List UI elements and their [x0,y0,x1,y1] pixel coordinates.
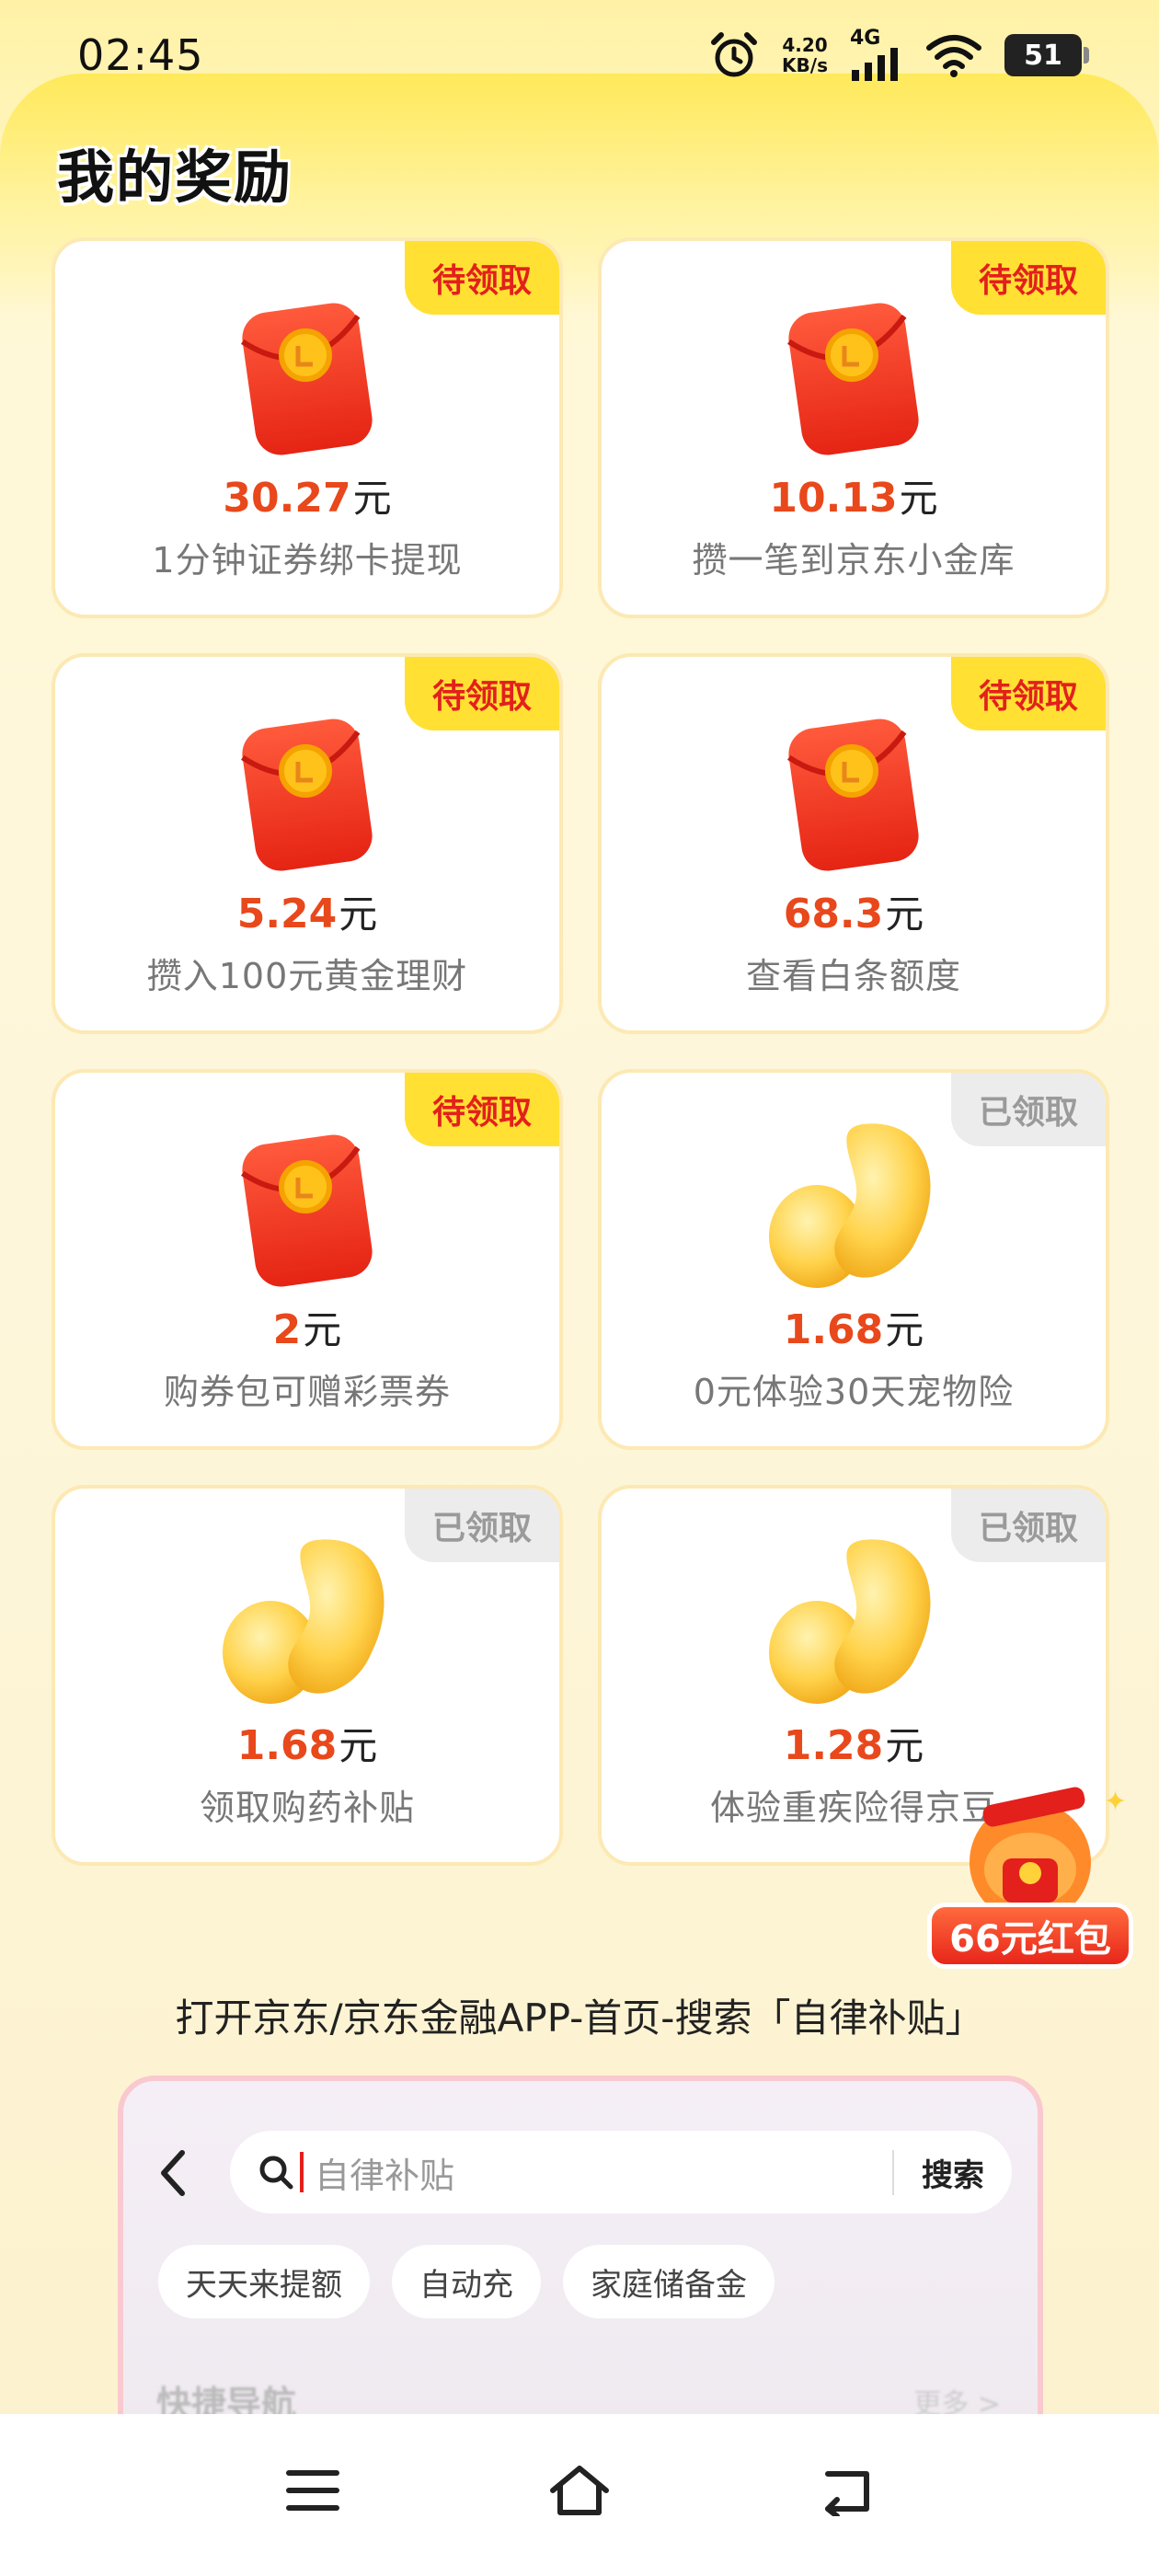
reward-description: 查看白条额度 [745,956,961,996]
rewards-page: 02:45 4.20 KB/s 4G 51 我的奖励 待领取 30.27元 1分… [0,0,1159,2576]
reward-status-badge[interactable]: 已领取 [405,1489,559,1562]
status-time: 02:45 [77,30,204,80]
status-icons: 4.20 KB/s 4G 51 [708,29,1089,81]
reward-description: 1分钟证券绑卡提现 [152,540,463,581]
cellular-status: 4G [850,29,903,81]
preview-search-button: 搜索 [892,2149,984,2195]
reward-description: 领取购药补贴 [199,1788,415,1828]
reward-amount-unit: 元 [339,891,378,937]
reward-amount-value: 1.68 [783,1306,884,1353]
alarm-icon [711,32,758,77]
preview-search-bar: 自律补贴 搜索 [230,2131,1012,2214]
reward-amount-unit: 元 [303,1307,342,1352]
status-bar: 02:45 4.20 KB/s 4G 51 [0,0,1159,110]
preview-chip: 家庭储备金 [563,2245,775,2318]
system-navigation-bar [0,2414,1159,2576]
reward-amount: 5.24元 [55,883,559,939]
reward-amount-value: 5.24 [236,891,338,937]
home-icon [550,2466,609,2515]
reward-amount-value: 10.13 [769,475,898,522]
reward-amount-value: 68.3 [783,891,884,937]
preview-chips: 天天来提额 自动充 家庭储备金 [158,2245,775,2318]
reward-amount: 2元 [55,1299,559,1355]
reward-card[interactable]: 待领取 30.27元 1分钟证券绑卡提现 [52,237,563,618]
floating-red-packet-promo[interactable]: ✦ 66元红包 [920,1774,1141,1976]
search-guide-screenshot: 自律补贴 搜索 天天来提额 自动充 家庭储备金 快捷导航 更多 > [118,2076,1043,2444]
reward-amount-unit: 元 [339,1723,378,1768]
gold-bean-icon [752,1108,955,1301]
wifi-icon [926,35,981,77]
reward-description: 0元体验30天宠物险 [693,1372,1015,1412]
back-chevron-icon [161,2150,185,2196]
home-button[interactable] [543,2454,616,2527]
red-envelope-icon [206,1108,408,1301]
text-caret [300,2152,304,2192]
reward-amount-value: 30.27 [223,475,351,522]
reward-description: 攒一笔到京东小金库 [692,540,1016,581]
reward-card[interactable]: 待领取 5.24元 攒入100元黄金理财 [52,653,563,1034]
preview-search-placeholder: 自律补贴 [315,2155,455,2196]
reward-amount-unit: 元 [899,476,938,521]
svg-text:✦: ✦ [1104,1786,1127,1818]
red-envelope-icon [206,276,408,469]
preview-chip: 自动充 [392,2245,541,2318]
reward-status-badge[interactable]: 待领取 [405,1073,559,1146]
reward-card[interactable]: 已领取 1.68元 0元体验30天宠物险 [598,1069,1109,1450]
signal-icon [852,48,898,81]
reward-amount: 68.3元 [602,883,1106,939]
preview-chip: 天天来提额 [158,2245,370,2318]
reward-status-badge[interactable]: 待领取 [951,657,1106,730]
back-button[interactable] [809,2454,883,2527]
search-icon [259,2156,293,2190]
search-instruction: 打开京东/京东金融APP-首页-搜索「自律补贴」 [175,1995,984,2041]
reward-card[interactable]: 待领取 10.13元 攒一笔到京东小金库 [598,237,1109,618]
reward-amount: 1.68元 [55,1715,559,1771]
reward-amount: 30.27元 [55,467,559,523]
reward-card[interactable]: 待领取 2元 购券包可赠彩票券 [52,1069,563,1450]
battery-icon: 51 [1004,34,1089,76]
gold-bean-icon [752,1524,955,1717]
reward-description: 购券包可赠彩票券 [163,1372,451,1412]
mascot-icon: ✦ [970,1786,1127,1921]
reward-status-badge[interactable]: 待领取 [405,657,559,730]
promo-label: 66元红包 [927,1903,1133,1969]
battery-level: 51 [1024,39,1062,72]
reward-description: 攒入100元黄金理财 [146,956,468,996]
reward-card[interactable]: 待领取 68.3元 查看白条额度 [598,653,1109,1034]
network-type: 4G [850,27,881,50]
page-title: 我的奖励 [57,144,293,211]
red-envelope-icon [206,692,408,885]
rewards-grid: 待领取 30.27元 1分钟证券绑卡提现 待领取 10.13元 攒一笔到京东小金… [52,237,1109,1866]
menu-icon [286,2470,339,2511]
reward-amount-value: 1.68 [236,1722,338,1769]
reward-amount-value: 1.28 [783,1722,884,1769]
back-icon [825,2471,869,2516]
net-speed-unit: KB/s [782,54,828,76]
reward-amount: 1.68元 [602,1299,1106,1355]
reward-status-badge[interactable]: 待领取 [951,241,1106,315]
reward-amount-unit: 元 [352,476,392,521]
reward-amount: 1.28元 [602,1715,1106,1771]
reward-amount-unit: 元 [885,891,924,937]
reward-card[interactable]: 已领取 1.68元 领取购药补贴 [52,1485,563,1866]
reward-status-badge[interactable]: 已领取 [951,1073,1106,1146]
reward-status-badge[interactable]: 已领取 [951,1489,1106,1562]
reward-amount-unit: 元 [885,1723,924,1768]
net-speed: 4.20 KB/s [782,35,828,75]
red-envelope-icon [752,276,955,469]
reward-amount-unit: 元 [885,1307,924,1352]
red-envelope-icon [752,692,955,885]
gold-bean-icon [206,1524,408,1717]
net-speed-value: 4.20 [782,34,828,56]
reward-status-badge[interactable]: 待领取 [405,241,559,315]
reward-amount: 10.13元 [602,467,1106,523]
menu-button[interactable] [276,2454,350,2527]
reward-amount-value: 2 [272,1306,302,1353]
